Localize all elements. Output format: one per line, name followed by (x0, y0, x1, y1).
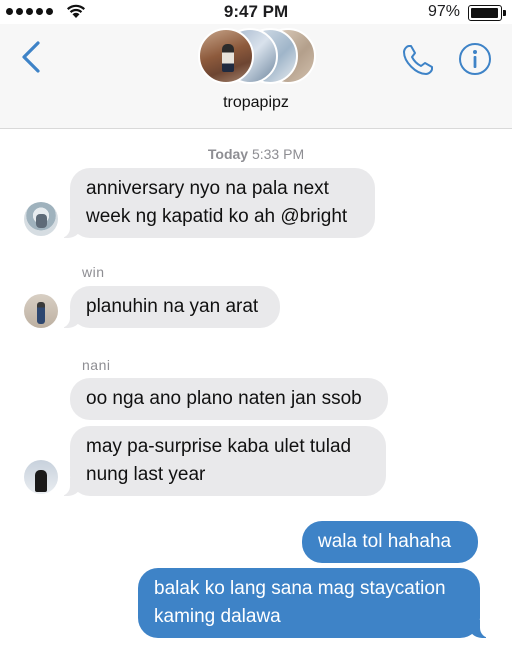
timestamp-day: Today (207, 146, 249, 162)
sender-avatar[interactable] (24, 202, 58, 236)
group-name[interactable]: tropapipz (0, 94, 512, 112)
outgoing-message-bubble[interactable]: wala tol hahaha (302, 521, 478, 563)
incoming-message-bubble[interactable]: planuhin na yan arat (58, 286, 280, 328)
sender-avatar[interactable] (24, 294, 58, 328)
message-timestamp: Today 5:33 PM (0, 146, 512, 162)
incoming-message-bubble[interactable]: anniversary nyo na pala next week ng kap… (58, 168, 375, 238)
info-icon[interactable] (458, 42, 492, 76)
status-bar: 9:47 PM 97% (0, 0, 512, 24)
phone-icon[interactable] (400, 42, 436, 78)
conversation-header: tropapipz (0, 24, 512, 129)
timestamp-time: 5:33 PM (251, 146, 305, 162)
group-avatar-stack[interactable] (198, 28, 318, 88)
message-line: kaming dalawa (154, 606, 281, 627)
chevron-left-icon[interactable] (18, 40, 48, 74)
message-line: anniversary nyo na pala next (86, 178, 329, 199)
outgoing-message-bubble[interactable]: balak ko lang sana mag staycation kaming… (138, 568, 492, 638)
message-line: week ng kapatid ko ah @bright (86, 206, 348, 227)
incoming-message-bubble[interactable]: may pa-surprise kaba ulet tulad nung las… (58, 426, 386, 496)
sender-avatar[interactable] (24, 460, 58, 494)
message-line: may pa-surprise kaba ulet tulad (86, 436, 352, 457)
message-line: nung last year (86, 464, 206, 485)
message-line: balak ko lang sana mag staycation (154, 578, 446, 599)
group-member-avatar (198, 28, 254, 84)
sender-name: win (82, 264, 105, 280)
sender-name: nani (82, 357, 111, 373)
battery-percentage: 97% (427, 3, 460, 20)
message-line: oo nga ano plano naten jan ssob (86, 388, 362, 409)
message-line: wala tol hahaha (318, 531, 452, 552)
message-line: planuhin na yan arat (86, 296, 259, 317)
battery-icon (468, 5, 506, 21)
incoming-message-bubble[interactable]: oo nga ano plano naten jan ssob (70, 378, 388, 420)
